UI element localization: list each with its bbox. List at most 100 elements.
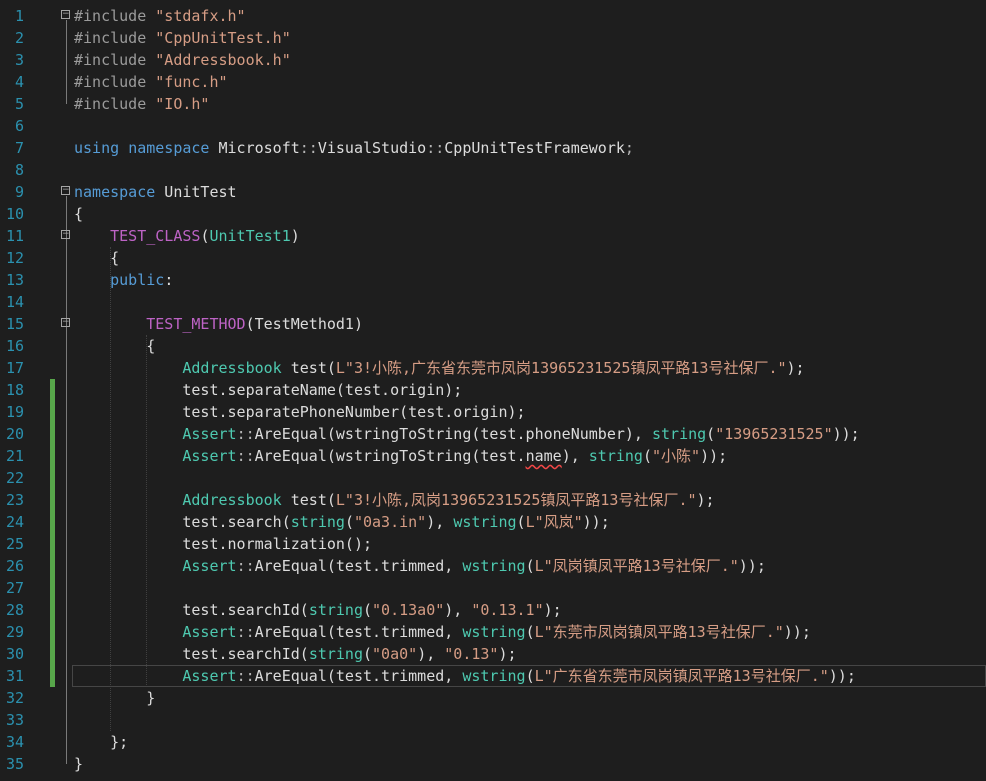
code-line[interactable]: 9 − namespace UnitTest (0, 181, 986, 203)
code-line[interactable]: 26 Assert::AreEqual(test.trimmed, wstrin… (0, 555, 986, 577)
change-indicator (50, 555, 55, 577)
code-line[interactable]: 4 #include "func.h" (0, 71, 986, 93)
code-line[interactable]: 30 test.searchId(string("0a0"), "0.13"); (0, 643, 986, 665)
code-token: test.normalization(); (74, 535, 373, 553)
code-line[interactable]: 17 Addressbook test(L"3!小陈,广东省东莞市凤岗13965… (0, 357, 986, 379)
code-token: )); (828, 667, 856, 685)
code-text: test.searchId(string("0a0"), "0.13"); (74, 643, 517, 665)
change-indicator (50, 445, 55, 467)
code-line[interactable]: 22 (0, 467, 986, 489)
code-line[interactable]: 25 test.normalization(); (0, 533, 986, 555)
code-token: Assert (182, 447, 237, 465)
line-number: 5 (14, 95, 24, 113)
code-text: Assert::AreEqual(test.trimmed, wstring(L… (74, 665, 856, 687)
code-line[interactable]: 20 Assert::AreEqual(wstringToString(test… (0, 423, 986, 445)
code-text: Assert::AreEqual(test.trimmed, wstring(L… (74, 621, 811, 643)
code-line[interactable]: 6 (0, 115, 986, 137)
code-line[interactable]: 2 #include "CppUnitTest.h" (0, 27, 986, 49)
line-number: 23 (5, 491, 24, 509)
change-indicator (50, 401, 55, 423)
code-editor[interactable]: 1− #include "stdafx.h" 2 #include "CppUnitT… (0, 0, 986, 781)
line-number: 34 (5, 733, 24, 751)
code-line[interactable]: 1 − #include "stdafx.h" (0, 5, 986, 27)
code-line[interactable]: 33 (0, 709, 986, 731)
code-line[interactable]: 7 using namespace Microsoft::VisualStudio… (0, 137, 986, 159)
collapse-icon[interactable]: − (61, 10, 70, 19)
code-token: ); (498, 645, 517, 663)
code-token: AreEqual (254, 667, 327, 685)
line-number: 10 (5, 205, 24, 223)
change-indicator (50, 533, 55, 555)
code-token: ), (417, 645, 445, 663)
code-line[interactable]: 10 { (0, 203, 986, 225)
code-token: "stdafx.h" (155, 7, 246, 25)
code-token: #include (74, 95, 156, 113)
code-token: )); (700, 447, 728, 465)
code-token: "0.13" (444, 645, 499, 663)
line-number: 7 (14, 139, 24, 157)
code-line[interactable]: 3 #include "Addressbook.h" (0, 49, 986, 71)
code-line[interactable]: 35} (0, 753, 986, 775)
code-line[interactable]: 23 Addressbook test(L"3!小陈,凤岗13965231525… (0, 489, 986, 511)
code-line[interactable]: 28 test.searchId(string("0.13a0"), "0.13… (0, 599, 986, 621)
code-line[interactable]: 16 { (0, 335, 986, 357)
code-token: Assert (182, 623, 237, 641)
code-token: wstring (462, 557, 526, 575)
code-line[interactable]: 15 − TEST_METHOD(TestMethod1) (0, 313, 986, 335)
collapse-icon[interactable]: − (61, 186, 70, 195)
code-token: AreEqual (254, 425, 327, 443)
code-text: #include "stdafx.h" (74, 5, 246, 27)
change-indicator (50, 379, 55, 401)
collapse-icon[interactable]: − (61, 318, 70, 327)
code-token: string (308, 601, 363, 619)
code-token: "0a3.in" (353, 513, 427, 531)
code-token: L"3!小陈,广东省东莞市凤岗13965231525镇凤平路13号社保厂." (335, 359, 787, 377)
code-line[interactable]: 32 } (0, 687, 986, 709)
line-number: 3 (14, 51, 24, 69)
code-token: } (74, 689, 156, 707)
code-line[interactable]: 18 test.separateName(test.origin); (0, 379, 986, 401)
code-line[interactable]: 13 public: (0, 269, 986, 291)
code-line[interactable]: 24 test.search(string("0a3.in"), wstring… (0, 511, 986, 533)
code-line[interactable]: 8 (0, 159, 986, 181)
code-token: ), (444, 601, 472, 619)
line-number: 17 (5, 359, 24, 377)
code-token: ( (642, 447, 652, 465)
code-token: :: (299, 139, 318, 157)
code-line[interactable]: 19 test.separatePhoneNumber(test.origin)… (0, 401, 986, 423)
line-number: 22 (5, 469, 24, 487)
change-indicator (50, 599, 55, 621)
line-number: 24 (5, 513, 24, 531)
code-text: test.search(string("0a3.in"), wstring(L"… (74, 511, 609, 533)
code-token: "Addressbook.h" (155, 51, 291, 69)
line-number: 28 (5, 601, 24, 619)
code-token: ), (426, 513, 454, 531)
code-text: TEST_CLASS(UnitTest1) (74, 225, 300, 247)
code-token: ( (344, 513, 354, 531)
code-token: "0.13.1" (471, 601, 544, 619)
code-line[interactable]: 29 Assert::AreEqual(test.trimmed, wstrin… (0, 621, 986, 643)
line-number: 13 (5, 271, 24, 289)
code-token: #include (74, 51, 156, 69)
code-line[interactable]: 14 (0, 291, 986, 313)
line-number: 15 (5, 315, 24, 333)
collapse-icon[interactable]: − (61, 230, 70, 239)
code-token: AreEqual (254, 557, 327, 575)
code-token: ; (624, 139, 634, 157)
code-token: )); (783, 623, 811, 641)
code-line[interactable]: 21 Assert::AreEqual(wstringToString(test… (0, 445, 986, 467)
code-token: namespace (74, 183, 156, 201)
code-line[interactable]: 27 (0, 577, 986, 599)
code-line[interactable]: 11 − TEST_CLASS(UnitTest1) (0, 225, 986, 247)
code-line[interactable]: 31 Assert::AreEqual(test.trimmed, wstrin… (0, 665, 986, 687)
code-token: "13965231525" (715, 425, 833, 443)
code-text: test.searchId(string("0.13a0"), "0.13.1"… (74, 599, 561, 621)
code-token: { (74, 249, 120, 267)
code-line[interactable]: 34 }; (0, 731, 986, 753)
code-line[interactable]: 12 { (0, 247, 986, 269)
code-line[interactable]: 5 #include "IO.h" (0, 93, 986, 115)
code-token: :: (426, 139, 445, 157)
code-token: ); (696, 491, 715, 509)
